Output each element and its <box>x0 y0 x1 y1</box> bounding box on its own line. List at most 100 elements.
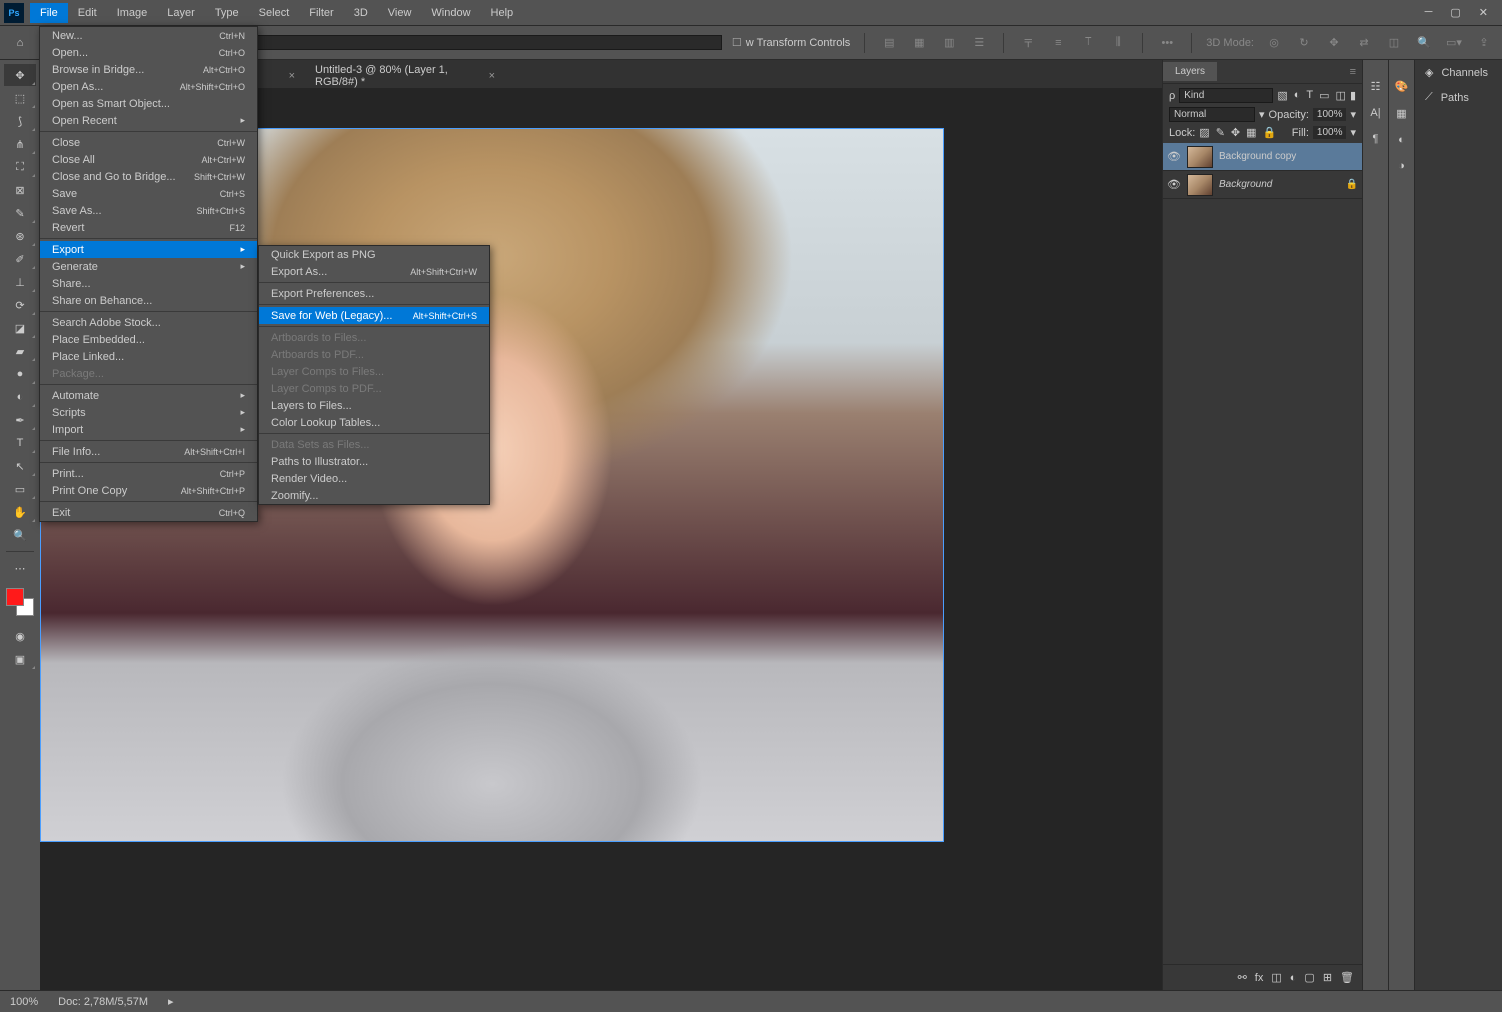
menu-item[interactable]: Share on Behance... <box>40 292 257 309</box>
search-icon[interactable]: 🔍 <box>1414 33 1434 53</box>
adjustment-icon[interactable]: ◐ <box>1290 972 1297 984</box>
move-tool[interactable]: ✥ <box>4 64 36 86</box>
align-top-icon[interactable]: 〒 <box>1018 33 1038 53</box>
menu-item[interactable]: Open As...Alt+Shift+Ctrl+O <box>40 78 257 95</box>
eraser-tool[interactable]: ◪ <box>4 317 36 339</box>
workspace-icon[interactable]: ▭▾ <box>1444 33 1464 53</box>
maximize-icon[interactable]: ▢ <box>1450 6 1460 19</box>
channels-icon[interactable]: ◈ <box>1425 66 1433 79</box>
menu-item[interactable]: Save for Web (Legacy)...Alt+Shift+Ctrl+S <box>259 307 489 324</box>
visibility-icon[interactable]: 👁 <box>1167 150 1181 163</box>
lock-brush-icon[interactable]: ✎ <box>1216 126 1225 139</box>
menu-item[interactable]: Open Recent▸ <box>40 112 257 129</box>
3d-orbit-icon[interactable]: ◎ <box>1264 33 1284 53</box>
fill-value[interactable]: 100% <box>1313 126 1347 139</box>
filter-pixel-icon[interactable]: ▧ <box>1277 89 1287 102</box>
3d-slide-icon[interactable]: ⇄ <box>1354 33 1374 53</box>
menu-type[interactable]: Type <box>205 3 249 23</box>
visibility-icon[interactable]: 👁 <box>1167 178 1181 191</box>
foreground-color[interactable] <box>6 588 24 606</box>
show-transform-controls[interactable]: ☐ w Transform Controls <box>732 36 850 49</box>
menu-select[interactable]: Select <box>249 3 300 23</box>
zoom-tool[interactable]: 🔍 <box>4 524 36 546</box>
layer-thumb[interactable] <box>1187 146 1213 168</box>
align-right-icon[interactable]: ▥ <box>939 33 959 53</box>
frame-tool[interactable]: ⊠ <box>4 179 36 201</box>
align-center-icon[interactable]: ▦ <box>909 33 929 53</box>
layer-kind-filter[interactable]: Kind <box>1179 88 1273 103</box>
menu-edit[interactable]: Edit <box>68 3 107 23</box>
layer-name[interactable]: Background copy <box>1219 151 1358 162</box>
menu-item[interactable]: Save As...Shift+Ctrl+S <box>40 202 257 219</box>
history-icon[interactable]: ☷ <box>1371 80 1381 93</box>
layer-name[interactable]: Background <box>1219 179 1340 190</box>
layer-thumb[interactable] <box>1187 174 1213 196</box>
menu-item[interactable]: Scripts▸ <box>40 404 257 421</box>
link-layers-icon[interactable]: ⚯ <box>1238 971 1247 984</box>
menu-item[interactable]: Share... <box>40 275 257 292</box>
menu-item[interactable]: Quick Export as PNG <box>259 246 489 263</box>
lock-position-icon[interactable]: ✥ <box>1231 126 1240 139</box>
quick-select-tool[interactable]: ⋔ <box>4 133 36 155</box>
home-icon[interactable]: ⌂ <box>8 31 32 55</box>
menu-item[interactable]: Open...Ctrl+O <box>40 44 257 61</box>
menu-item[interactable]: Close AllAlt+Ctrl+W <box>40 151 257 168</box>
healing-tool[interactable]: ⊛ <box>4 225 36 247</box>
menu-item[interactable]: Export As...Alt+Shift+Ctrl+W <box>259 263 489 280</box>
character-icon[interactable]: A| <box>1370 107 1380 119</box>
paths-tab[interactable]: Paths <box>1441 92 1469 104</box>
more-icon[interactable]: ••• <box>1157 33 1177 53</box>
eyedropper-tool[interactable]: ✎ <box>4 202 36 224</box>
menu-item[interactable]: Export▸ <box>40 241 257 258</box>
menu-item[interactable]: Color Lookup Tables... <box>259 414 489 431</box>
channels-tab[interactable]: Channels <box>1441 67 1487 79</box>
paragraph-icon[interactable]: ¶ <box>1373 133 1379 145</box>
filter-smart-icon[interactable]: ◫ <box>1336 89 1346 102</box>
crop-tool[interactable]: ⛶ <box>4 156 36 178</box>
menu-item[interactable]: Close and Go to Bridge...Shift+Ctrl+W <box>40 168 257 185</box>
paths-icon[interactable]: ⟋ <box>1425 91 1433 104</box>
filter-adjust-icon[interactable]: ◐ <box>1294 89 1301 102</box>
menu-item[interactable]: RevertF12 <box>40 219 257 236</box>
menu-item[interactable]: Search Adobe Stock... <box>40 314 257 331</box>
styles-icon[interactable]: ◑ <box>1398 160 1405 172</box>
type-tool[interactable]: T <box>4 432 36 454</box>
group-icon[interactable]: ▢ <box>1304 971 1314 984</box>
3d-roll-icon[interactable]: ↻ <box>1294 33 1314 53</box>
distribute-v-icon[interactable]: ⫼ <box>1108 33 1128 53</box>
hand-tool[interactable]: ✋ <box>4 501 36 523</box>
lock-artboard-icon[interactable]: ▦ <box>1246 126 1256 139</box>
edit-toolbar[interactable]: ⋯ <box>4 557 36 579</box>
align-left-icon[interactable]: ▤ <box>879 33 899 53</box>
menu-item[interactable]: Export Preferences... <box>259 285 489 302</box>
shape-tool[interactable]: ▭ <box>4 478 36 500</box>
status-expand-icon[interactable]: ▸ <box>168 995 174 1008</box>
minimize-icon[interactable]: ─ <box>1425 6 1433 19</box>
menu-item[interactable]: Paths to Illustrator... <box>259 453 489 470</box>
gradient-tool[interactable]: ▰ <box>4 340 36 362</box>
menu-item[interactable]: Import▸ <box>40 421 257 438</box>
3d-pan-icon[interactable]: ✥ <box>1324 33 1344 53</box>
menu-window[interactable]: Window <box>421 3 480 23</box>
menu-image[interactable]: Image <box>107 3 158 23</box>
color-swatches[interactable] <box>6 588 34 616</box>
3d-camera-icon[interactable]: ◫ <box>1384 33 1404 53</box>
color-icon[interactable]: 🎨 <box>1395 80 1409 93</box>
menu-item[interactable]: SaveCtrl+S <box>40 185 257 202</box>
panel-menu-icon[interactable]: ≡ <box>1350 66 1362 78</box>
menu-item[interactable]: Place Embedded... <box>40 331 257 348</box>
menu-item[interactable]: CloseCtrl+W <box>40 134 257 151</box>
menu-item[interactable]: Generate▸ <box>40 258 257 275</box>
adjustments-icon[interactable]: ◐ <box>1398 134 1405 146</box>
share-icon[interactable]: ⇪ <box>1474 33 1494 53</box>
menu-item[interactable]: Print...Ctrl+P <box>40 465 257 482</box>
screenmode-tool[interactable]: ▣ <box>4 648 36 670</box>
filter-shape-icon[interactable]: ▭ <box>1319 89 1329 102</box>
marquee-tool[interactable]: ⬚ <box>4 87 36 109</box>
stamp-tool[interactable]: ⊥ <box>4 271 36 293</box>
fx-icon[interactable]: fx <box>1255 972 1264 984</box>
swatches-icon[interactable]: ▦ <box>1396 107 1406 120</box>
menu-item[interactable]: Open as Smart Object... <box>40 95 257 112</box>
layers-tab[interactable]: Layers <box>1163 62 1217 81</box>
blend-mode[interactable]: Normal <box>1169 107 1255 122</box>
